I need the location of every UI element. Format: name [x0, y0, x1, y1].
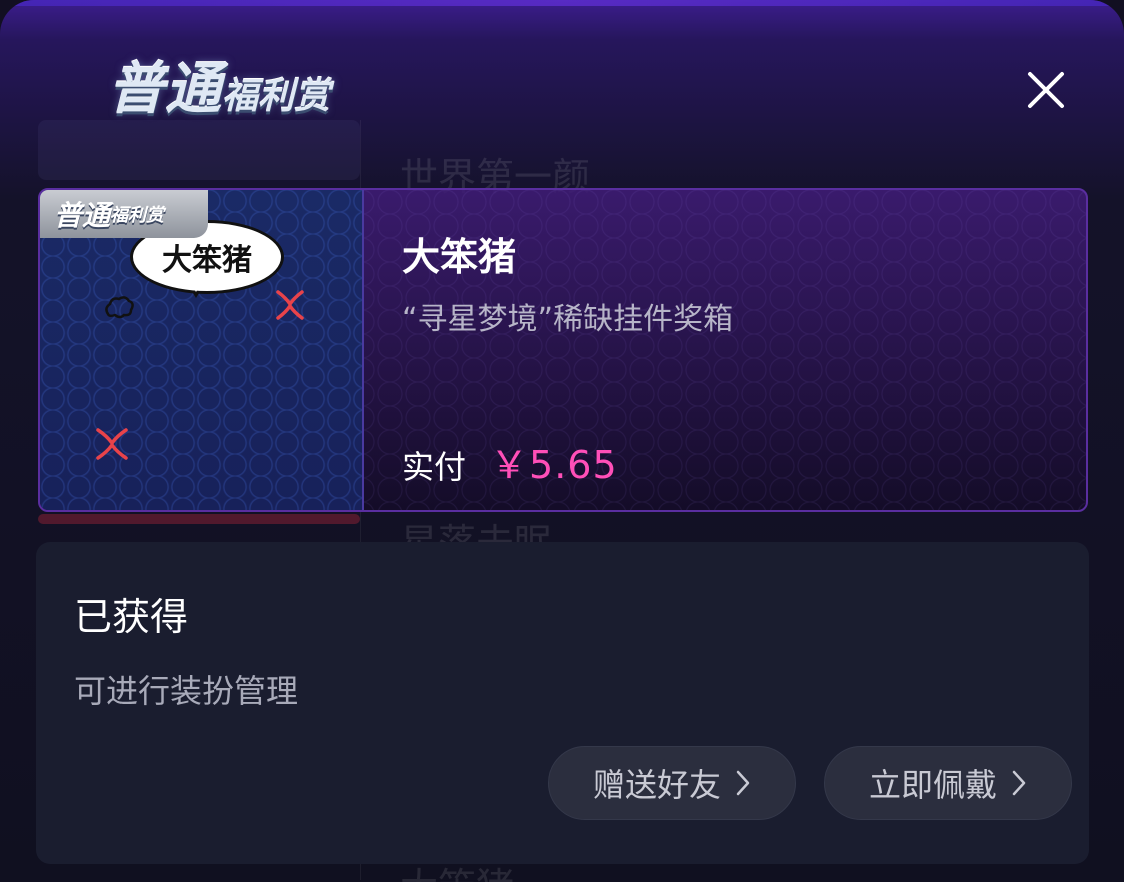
wear-now-label: 立即佩戴 — [868, 766, 997, 804]
item-card: 大笨猪 普通 福利赏 大笨猪 “寻星梦境”稀缺挂件奖箱 实付 ￥5.65 — [38, 188, 1088, 512]
reward-sheet: 世界第一颜 星落未眠 大笨猪 普通福利赏 大笨猪 — [0, 0, 1124, 882]
status-title: 已获得 — [74, 595, 189, 639]
status-subtitle: 可进行装扮管理 — [74, 672, 299, 710]
wear-now-button[interactable]: 立即佩戴 — [824, 746, 1072, 820]
background-thumb — [38, 120, 360, 180]
chevron-right-icon — [736, 770, 750, 796]
rarity-tag-sub: 福利赏 — [110, 205, 165, 226]
rarity-tag: 普通 福利赏 — [40, 190, 208, 238]
item-thumbnail: 大笨猪 普通 福利赏 — [40, 190, 364, 510]
close-icon — [1028, 72, 1064, 108]
title-main: 普通 — [108, 57, 222, 122]
background-thumb-strip — [38, 514, 360, 524]
price-label: 实付 — [402, 448, 467, 486]
gift-friend-label: 赠送好友 — [592, 766, 721, 804]
title-sub: 福利赏 — [222, 76, 331, 117]
sheet-top-glow — [0, 0, 1124, 6]
smoke-puff-icon — [105, 296, 134, 319]
price-row: 实付 ￥5.65 — [402, 434, 618, 489]
anger-mark-icon — [276, 290, 304, 320]
rarity-tag-main: 普通 — [54, 199, 111, 232]
close-button[interactable] — [1022, 66, 1070, 114]
item-description: “寻星梦境”稀缺挂件奖箱 — [402, 302, 734, 337]
speech-bubble-text: 大笨猪 — [162, 243, 252, 278]
price-value: ￥5.65 — [490, 443, 618, 487]
chevron-right-icon — [1012, 770, 1026, 796]
speech-bubble-tail-fill — [189, 280, 203, 292]
status-panel: 已获得 可进行装扮管理 赠送好友 立即佩戴 — [36, 542, 1089, 864]
item-name: 大笨猪 — [402, 235, 517, 279]
gift-friend-button[interactable]: 赠送好友 — [548, 746, 796, 820]
anger-mark-icon — [96, 428, 128, 460]
page-title: 普通福利赏 — [108, 44, 330, 125]
